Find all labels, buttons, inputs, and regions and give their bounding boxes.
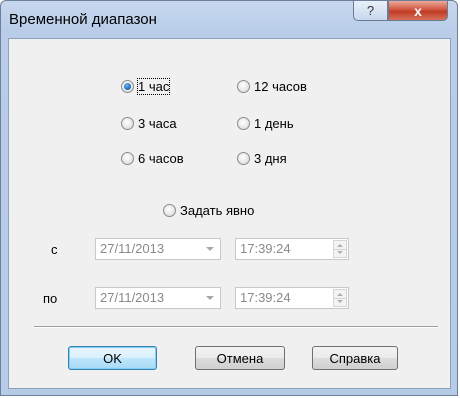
radio-set-explicitly[interactable]: Задать явно bbox=[163, 203, 254, 218]
from-time-value: 17:39:24 bbox=[240, 241, 291, 256]
radio-label: 3 дня bbox=[254, 151, 287, 166]
radio-circle bbox=[121, 117, 134, 130]
radio-label: 1 день bbox=[254, 116, 294, 131]
question-icon: ? bbox=[366, 3, 375, 18]
radio-1-day[interactable]: 1 день bbox=[237, 116, 294, 131]
window-title: Временной диапазон bbox=[9, 11, 157, 28]
radio-label: Задать явно bbox=[180, 203, 255, 218]
radio-3-hours[interactable]: 3 часа bbox=[121, 116, 177, 131]
from-label: с bbox=[51, 242, 58, 257]
spin-up-icon[interactable] bbox=[337, 244, 343, 247]
to-time-field[interactable]: 17:39:24 bbox=[235, 287, 349, 309]
radio-circle bbox=[237, 80, 250, 93]
radio-12-hours[interactable]: 12 часов bbox=[237, 79, 307, 94]
radio-circle bbox=[163, 204, 176, 217]
spin-divider bbox=[334, 249, 346, 250]
radio-circle bbox=[237, 117, 250, 130]
radio-label: 3 часа bbox=[138, 116, 177, 131]
title-bar[interactable]: Временной диапазон ? x bbox=[1, 1, 457, 38]
from-time-spinner[interactable] bbox=[333, 240, 347, 258]
radio-label: 1 час bbox=[136, 78, 171, 95]
chevron-down-icon[interactable] bbox=[206, 296, 214, 300]
radio-circle bbox=[121, 80, 134, 93]
spin-down-icon[interactable] bbox=[337, 300, 343, 303]
close-button[interactable]: x bbox=[388, 1, 448, 21]
to-date-value: 27/11/2013 bbox=[100, 290, 165, 305]
chevron-down-icon[interactable] bbox=[206, 247, 214, 251]
dialog-client-area: 1 час 12 часов 3 часа 1 день 6 часов 3 д… bbox=[8, 38, 451, 389]
radio-label: 12 часов bbox=[254, 79, 307, 94]
spin-up-icon[interactable] bbox=[337, 293, 343, 296]
separator bbox=[34, 326, 438, 328]
dialog-window: Временной диапазон ? x 1 час 12 часов 3 … bbox=[0, 0, 458, 396]
radio-6-hours[interactable]: 6 часов bbox=[121, 151, 184, 166]
spin-divider bbox=[334, 298, 346, 299]
radio-1-hour[interactable]: 1 час bbox=[121, 78, 171, 95]
radio-selected-dot bbox=[124, 83, 131, 90]
cancel-button[interactable]: Отмена bbox=[195, 346, 285, 370]
from-time-field[interactable]: 17:39:24 bbox=[235, 238, 349, 260]
to-time-spinner[interactable] bbox=[333, 289, 347, 307]
help-title-button[interactable]: ? bbox=[353, 1, 388, 21]
ok-button[interactable]: OK bbox=[68, 346, 157, 370]
to-label: по bbox=[43, 291, 58, 306]
radio-circle bbox=[121, 152, 134, 165]
radio-circle bbox=[237, 152, 250, 165]
from-date-value: 27/11/2013 bbox=[100, 241, 165, 256]
spin-down-icon[interactable] bbox=[337, 251, 343, 254]
close-icon: x bbox=[414, 2, 422, 19]
from-date-picker[interactable]: 27/11/2013 bbox=[95, 238, 221, 260]
help-button[interactable]: Справка bbox=[312, 346, 398, 370]
radio-label: 6 часов bbox=[138, 151, 184, 166]
to-time-value: 17:39:24 bbox=[240, 290, 291, 305]
radio-3-days[interactable]: 3 дня bbox=[237, 151, 287, 166]
to-date-picker[interactable]: 27/11/2013 bbox=[95, 287, 221, 309]
